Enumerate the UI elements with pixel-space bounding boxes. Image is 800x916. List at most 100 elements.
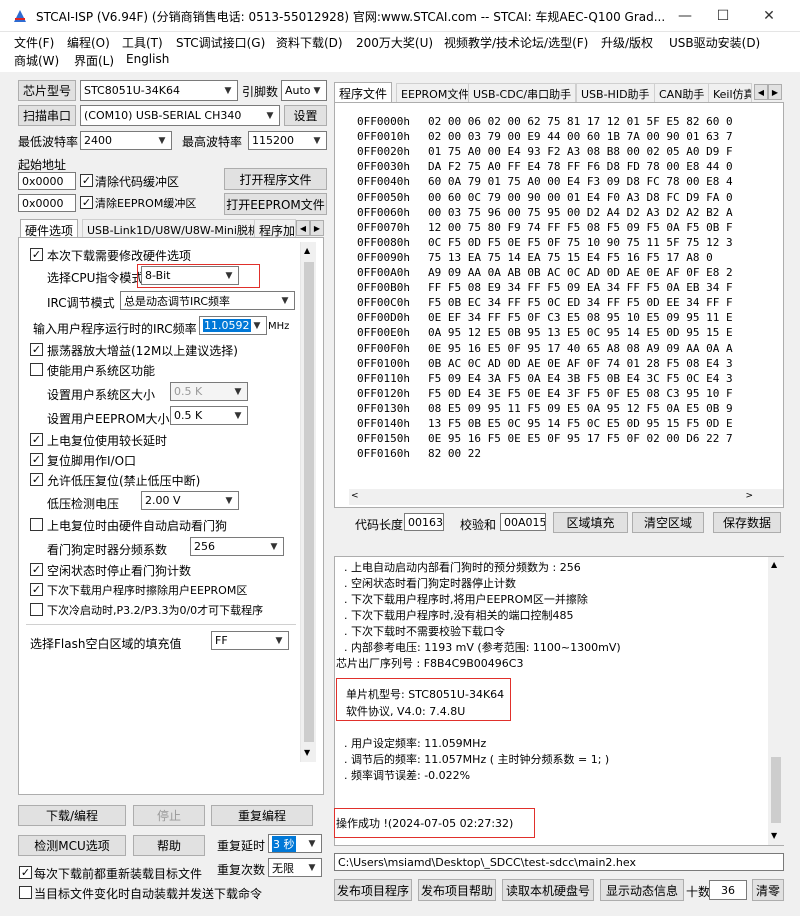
open-eeprom-file-button[interactable]: 打开EEPROM文件	[224, 193, 327, 215]
log-line: . 下次下载用户程序时,将用户EEPROM区一并擦除	[344, 593, 588, 606]
hex-bytes: 00 03 75 96 00 75 95 00 D2 A4 D2 A3 D2 A…	[427, 205, 733, 219]
clear-code-checkbox[interactable]: ✓	[80, 174, 93, 187]
hex-bytes: 75 13 EA 75 14 EA 75 15 E4 F5 16 F5 17 A…	[427, 250, 713, 264]
eeprom-size-select[interactable]: 0.5 K ▼	[170, 406, 248, 425]
pin-count-select[interactable]: Auto ▼	[281, 80, 327, 101]
max-baud-select[interactable]: 115200 ▼	[248, 131, 327, 150]
menu-shop[interactable]: 商城(W)	[14, 52, 59, 69]
irc-freq-select[interactable]: 11.0592 ▼	[199, 316, 267, 335]
p32-checkbox[interactable]	[30, 603, 43, 616]
menu-upgrade[interactable]: 升级/版权	[601, 34, 653, 51]
check-mcu-button[interactable]: 检测MCU选项	[18, 835, 126, 856]
publish-help-button[interactable]: 发布项目帮助	[418, 879, 496, 901]
log-line: . 频率调节误差: -0.022%	[344, 769, 471, 782]
reload-checkbox[interactable]: ✓	[19, 866, 32, 879]
settings-button[interactable]: 设置	[284, 105, 327, 126]
menu-english[interactable]: English	[126, 52, 169, 66]
log-line: 单片机型号: STC8051U-34K64	[346, 688, 505, 701]
tab-usb-hid[interactable]: USB-HID助手	[576, 83, 655, 104]
irc-mode-select[interactable]: 总是动态调节IRC频率 ▼	[120, 291, 295, 310]
menu-program[interactable]: 编程(O)	[67, 34, 110, 51]
scan-port-button[interactable]: 扫描串口	[18, 105, 76, 126]
hw-scroll-thumb[interactable]	[304, 262, 314, 742]
log-scroll-thumb[interactable]	[771, 757, 781, 823]
maximize-button[interactable]: ☐	[700, 0, 746, 32]
publish-program-button[interactable]: 发布项目程序	[334, 879, 412, 901]
code-address-input[interactable]: 0x0000	[18, 172, 76, 190]
menu-usb-driver[interactable]: USB驱动安装(D)	[669, 34, 760, 51]
file-path-field[interactable]: C:\Users\msiamd\Desktop\_SDCC\test-sdcc\…	[334, 853, 784, 871]
download-program-button[interactable]: 下载/编程	[18, 805, 126, 826]
scroll-down-icon[interactable]: ▼	[771, 831, 777, 840]
power-delay-checkbox[interactable]: ✓	[30, 433, 43, 446]
scroll-down-icon[interactable]: ▼	[304, 748, 310, 757]
sys-size-select[interactable]: 0.5 K ▼	[170, 382, 248, 401]
menu-download[interactable]: 资料下载(D)	[276, 34, 343, 51]
eeprom-size-value: 0.5 K	[174, 409, 203, 422]
scroll-up-icon[interactable]: ▲	[304, 246, 310, 255]
sys-area-checkbox[interactable]	[30, 363, 43, 376]
help-button[interactable]: 帮助	[133, 835, 205, 856]
hex-row: 0FF0090h 75 13 EA 75 14 EA 75 15 E4 F5 16…	[357, 251, 713, 264]
reset-io-checkbox[interactable]: ✓	[30, 453, 43, 466]
tab-program-file[interactable]: 程序文件	[334, 82, 393, 104]
checksum-value: 00A015	[500, 513, 546, 531]
fill-value-select[interactable]: FF ▼	[211, 631, 289, 650]
menu-ui[interactable]: 界面(L)	[74, 52, 114, 69]
fill-area-button[interactable]: 区域填充	[553, 512, 628, 533]
menu-file[interactable]: 文件(F)	[14, 34, 54, 51]
osc-gain-checkbox[interactable]: ✓	[30, 343, 43, 356]
hex-address: 0FF0130h	[357, 401, 410, 415]
scroll-left-icon[interactable]: <	[351, 491, 359, 501]
chip-model-button[interactable]: 芯片型号	[18, 80, 76, 101]
chip-model-select[interactable]: STC8051U-34K64 ▼	[80, 80, 238, 101]
tab-keil[interactable]: Keil仿真	[708, 83, 752, 104]
wdt-auto-checkbox[interactable]	[30, 518, 43, 531]
chevron-down-icon: ▼	[224, 85, 232, 96]
menu-tools[interactable]: 工具(T)	[122, 34, 163, 51]
auto-send-checkbox[interactable]	[19, 886, 32, 899]
tab-can[interactable]: CAN助手	[654, 83, 710, 104]
hex-address: 0FF0040h	[357, 175, 410, 189]
clear-area-button[interactable]: 清空区域	[632, 512, 704, 533]
hex-h-scrollbar[interactable]: < >	[349, 489, 783, 505]
erase-eeprom-checkbox[interactable]: ✓	[30, 583, 43, 596]
tab-scroll-right-icon[interactable]: ▶	[310, 220, 324, 236]
idle-wdt-checkbox[interactable]: ✓	[30, 563, 43, 576]
show-dynamic-info-button[interactable]: 显示动态信息	[600, 879, 684, 901]
repeat-delay-select[interactable]: 3 秒 ▼	[268, 834, 322, 853]
chevron-down-icon: ▼	[158, 135, 166, 146]
min-baud-select[interactable]: 2400 ▼	[80, 131, 172, 150]
modify-hw-checkbox[interactable]: ✓	[30, 248, 43, 261]
port-select[interactable]: (COM10) USB-SERIAL CH340 ▼	[80, 105, 280, 126]
hex-row: 0FF0120h F5 0D E4 3E F5 0E E4 3F F5 0F E5…	[357, 387, 733, 400]
tab-scroll-right-icon[interactable]: ▶	[768, 84, 782, 100]
scroll-right-icon[interactable]: >	[745, 491, 753, 501]
clear-eeprom-checkbox[interactable]: ✓	[80, 196, 93, 209]
lvd-select[interactable]: 2.00 V ▼	[141, 491, 239, 510]
open-program-file-button[interactable]: 打开程序文件	[224, 168, 327, 190]
stop-button[interactable]: 停止	[133, 805, 205, 826]
read-disk-serial-button[interactable]: 读取本机硬盘号	[502, 879, 594, 901]
tab-usb-cdc[interactable]: USB-CDC/串口助手	[468, 83, 577, 104]
hw-scrollbar[interactable]: ▲ ▼	[300, 242, 316, 762]
log-line: . 下次下载用户程序时,没有相关的端口控制485	[344, 609, 574, 622]
log-scrollbar[interactable]: ▲ ▼	[768, 557, 784, 845]
menu-prize[interactable]: 200万大奖(U)	[356, 34, 433, 51]
wdt-div-select[interactable]: 256 ▼	[190, 537, 284, 556]
scroll-up-icon[interactable]: ▲	[771, 560, 777, 569]
hex-address: 0FF00D0h	[357, 311, 410, 325]
clear-count-button[interactable]: 清零	[752, 879, 784, 901]
reprogram-button[interactable]: 重复编程	[211, 805, 313, 826]
menu-video[interactable]: 视频教学/技术论坛/选型(F)	[444, 34, 588, 51]
save-data-button[interactable]: 保存数据	[713, 512, 781, 533]
tab-scroll-left-icon[interactable]: ◀	[296, 220, 310, 236]
tab-scroll-left-icon[interactable]: ◀	[754, 84, 768, 100]
menu-debug[interactable]: STC调试接口(G)	[176, 34, 265, 51]
hex-view[interactable]: 0FF0000h 02 00 06 02 00 62 75 81 17 12 01…	[334, 102, 784, 508]
eeprom-address-input[interactable]: 0x0000	[18, 194, 76, 212]
close-button[interactable]: ✕	[746, 0, 792, 32]
repeat-count-select[interactable]: 无限 ▼	[268, 858, 322, 877]
tab-eeprom-file[interactable]: EEPROM文件	[396, 83, 475, 104]
lvr-checkbox[interactable]: ✓	[30, 473, 43, 486]
